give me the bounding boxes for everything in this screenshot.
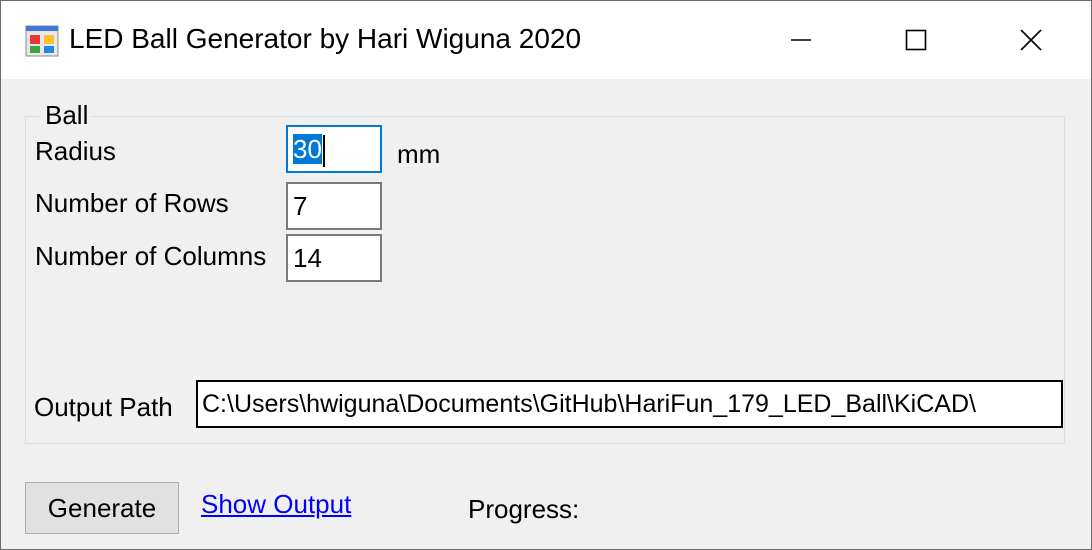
minimize-icon [791, 39, 811, 41]
radius-input[interactable]: 30 [286, 125, 382, 173]
text-caret [322, 135, 325, 168]
close-icon [1020, 29, 1042, 51]
close-button[interactable] [973, 1, 1089, 79]
rows-input[interactable]: 7 [286, 182, 382, 230]
columns-input[interactable]: 14 [286, 234, 382, 282]
generate-button[interactable]: Generate [25, 482, 179, 534]
ball-group-title: Ball [41, 100, 93, 131]
app-form-icon [25, 25, 59, 57]
output-path-label: Output Path [34, 392, 173, 422]
show-output-link[interactable]: Show Output [201, 489, 351, 520]
output-path-input[interactable]: C:\Users\hwiguna\Documents\GitHub\HariFu… [196, 380, 1063, 428]
radius-unit-label: mm [397, 139, 441, 169]
progress-label: Progress: [468, 494, 580, 524]
rows-label: Number of Rows [35, 188, 229, 218]
window-title: LED Ball Generator by Hari Wiguna 2020 [69, 23, 582, 54]
radius-value: 30 [293, 134, 322, 164]
title-bar[interactable]: LED Ball Generator by Hari Wiguna 2020 [1, 1, 1091, 79]
maximize-icon [905, 29, 927, 51]
app-window: LED Ball Generator by Hari Wiguna 2020 B… [0, 0, 1092, 550]
columns-label: Number of Columns [35, 241, 267, 271]
maximize-button[interactable] [858, 1, 974, 79]
radius-label: Radius [35, 136, 116, 166]
minimize-button[interactable] [743, 1, 859, 79]
